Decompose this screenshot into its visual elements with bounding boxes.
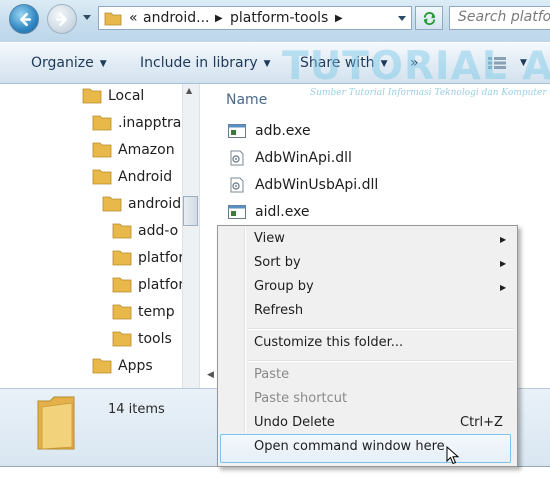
folder-icon [112,277,132,293]
include-in-library-button[interactable]: Include in library ▼ [140,55,271,71]
tree-item-label: android [128,196,182,212]
menu-item-label: View [254,231,285,246]
organize-button[interactable]: Organize ▼ [31,55,107,71]
organize-label: Organize [31,55,94,71]
folder-icon [112,331,132,347]
tree-item-label: temp [138,304,175,320]
file-name: AdbWinUsbApi.dll [255,177,379,193]
file-name: aidl.exe [255,204,310,220]
exe-icon [228,205,246,219]
exe-icon [228,124,246,138]
dll-icon [230,150,244,166]
tree-item-label: platfor [138,277,185,293]
submenu-arrow-icon: ▶ [500,235,507,244]
large-folder-icon [37,396,75,450]
menu-item-refresh[interactable]: Refresh [254,303,303,325]
address-history-dropdown-icon[interactable] [397,15,407,22]
search-input[interactable]: Search platform [449,6,550,30]
folder-icon [112,223,132,239]
item-count-label: 14 items [108,402,165,417]
breadcrumb-separator-icon[interactable]: ▶ [335,13,343,24]
folder-icon [104,12,122,26]
folder-icon [112,250,132,266]
refresh-icon [423,12,436,25]
tree-item-label: Apps [118,358,153,374]
breadcrumb-android[interactable]: android... [143,10,209,26]
context-menu-gutter [244,227,246,465]
navigation-scrollbar-thumb[interactable] [183,196,198,226]
menu-item-sort-by[interactable]: Sort by ▶ [254,255,506,277]
file-name: adb.exe [255,123,311,139]
more-commands-button[interactable]: » [410,55,419,71]
menu-item-label: Group by [254,279,314,294]
chevron-down-icon: ▼ [99,59,107,69]
tree-item-label: tools [138,331,172,347]
share-with-button[interactable]: Share with ▼ [300,55,387,71]
file-name: AdbWinApi.dll [255,150,352,166]
folder-icon [92,169,112,185]
view-options-chevron-icon[interactable]: ▼ [520,58,527,68]
breadcrumb-platform-tools[interactable]: platform-tools [230,10,328,26]
menu-item-customize-folder[interactable]: Customize this folder... [254,335,403,357]
tree-item-label: add-o [138,223,179,239]
command-bar: Organize ▼ Include in library ▼ Share with… [0,42,550,84]
tree-item-label: Local [108,88,145,104]
chevron-down-icon: ▼ [263,59,271,69]
tree-item-label: platfor [138,250,185,266]
folder-icon [102,196,122,212]
column-header-name[interactable]: Name [226,92,267,108]
share-with-label: Share with [300,55,375,71]
menu-item-group-by[interactable]: Group by ▶ [254,279,506,301]
arrow-left-icon [20,12,32,27]
back-button[interactable] [9,4,39,34]
menu-item-open-command-window[interactable]: Open command window here [254,439,445,461]
folder-icon [112,304,132,320]
dll-icon [230,177,244,193]
address-field[interactable]: « android... ▶ platform-tools ▶ [98,6,412,30]
folder-icon [92,115,112,131]
submenu-arrow-icon: ▶ [500,283,507,292]
folder-icon [82,88,102,104]
window-bottom-edge [0,466,550,478]
menu-item-paste[interactable]: Paste [254,367,289,389]
include-in-library-label: Include in library [140,55,258,71]
menu-item-view[interactable]: View ▶ [254,231,506,253]
navigation-pane: Local .inapptrac Amazon Android android … [0,84,200,388]
breadcrumb-overflow[interactable]: « [129,10,138,26]
tree-item-label: Android [118,169,173,185]
view-details-icon[interactable] [487,56,507,70]
folder-icon [92,358,112,374]
undo-shortcut-label: Ctrl+Z [460,415,503,430]
folder-icon [92,142,112,158]
tree-item-label: .inapptrac [118,115,190,131]
chevron-down-icon: ▼ [380,59,388,69]
forward-button[interactable] [47,4,77,34]
menu-item-label: Sort by [254,255,301,270]
navigation-scrollbar[interactable]: ▲ [182,84,199,388]
recent-pages-dropdown-icon[interactable] [82,14,92,21]
scroll-up-icon[interactable]: ▲ [186,86,192,95]
menu-separator [248,328,514,330]
submenu-arrow-icon: ▶ [500,259,507,268]
breadcrumb-separator-icon[interactable]: ▶ [215,13,223,24]
refresh-button[interactable] [415,6,443,30]
menu-separator [248,360,514,362]
mouse-cursor-icon [446,446,460,465]
tree-item-label: Amazon [118,142,175,158]
arrow-right-icon [55,12,67,27]
menu-item-paste-shortcut[interactable]: Paste shortcut [254,391,347,413]
